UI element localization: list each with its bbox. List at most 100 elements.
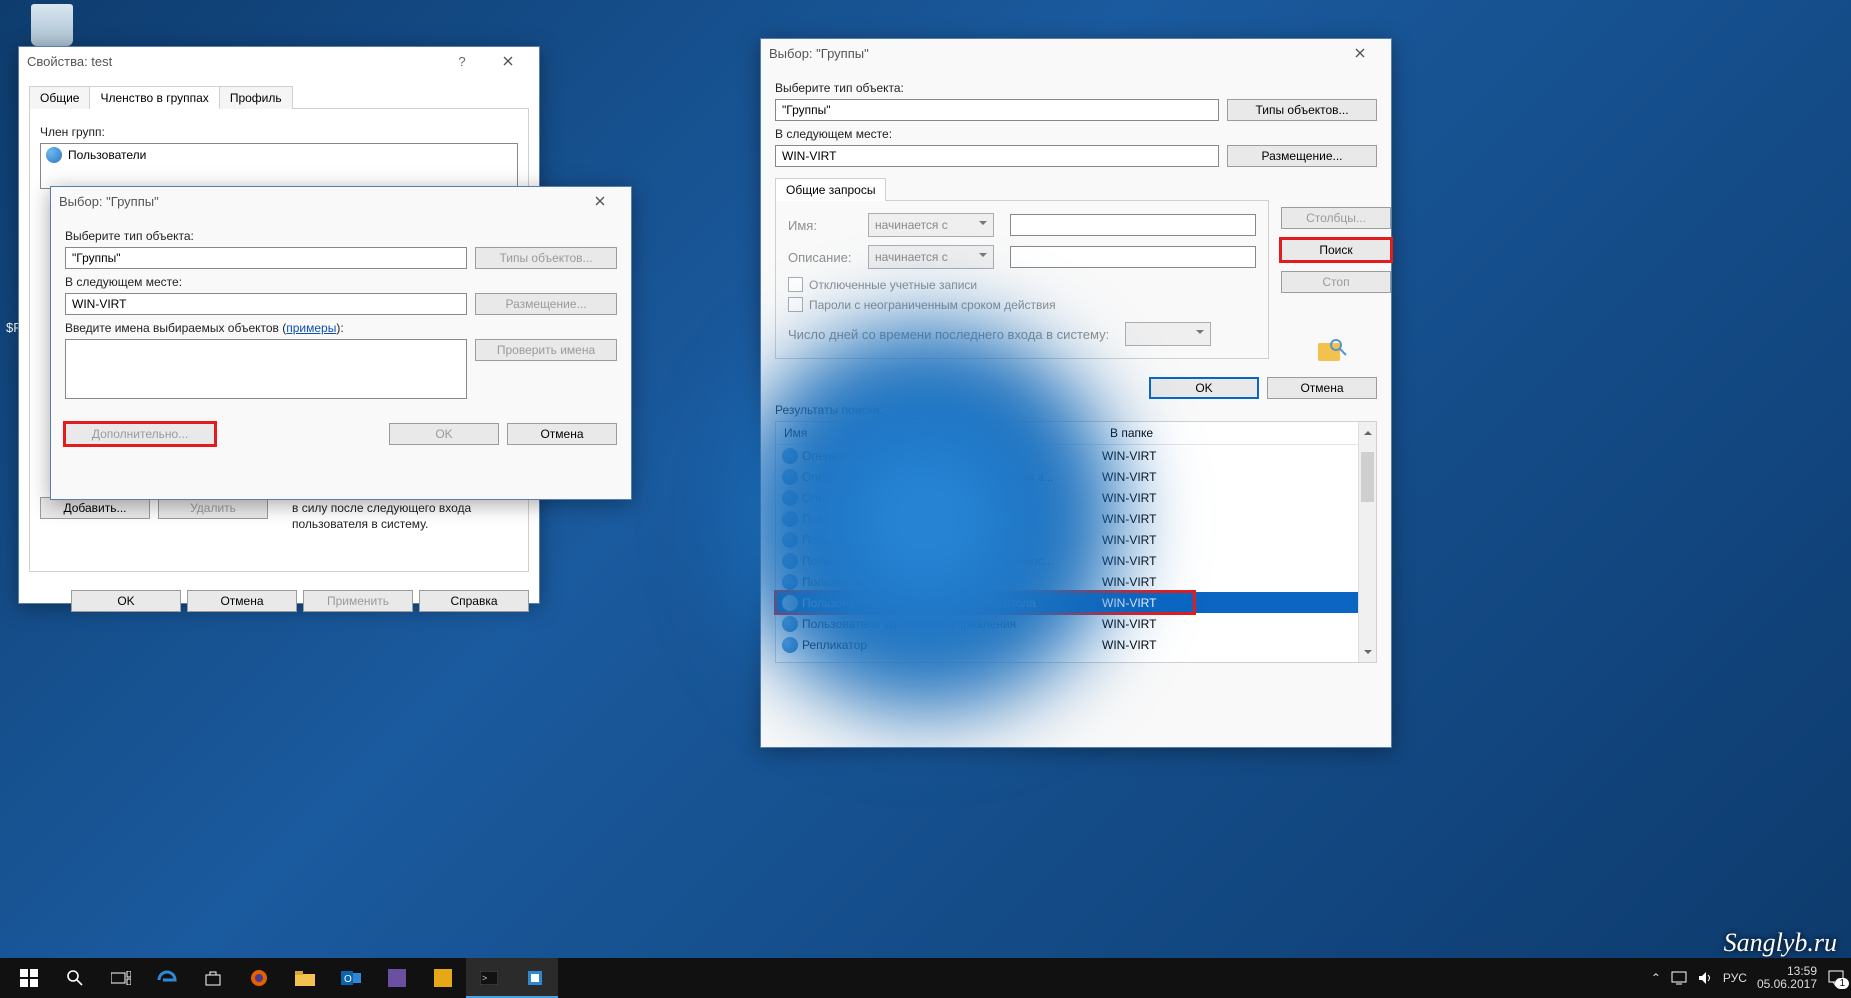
svg-text:>: > (482, 973, 487, 983)
close-button[interactable] (485, 47, 531, 75)
add-button[interactable]: Добавить... (40, 497, 150, 519)
svg-text:O: O (344, 974, 352, 985)
name-label: Имя: (788, 218, 860, 233)
mmc-icon (526, 969, 544, 987)
name-input[interactable] (1010, 214, 1256, 236)
mmc-button[interactable] (512, 958, 558, 998)
table-row[interactable]: ПользователиWIN-VIRT (776, 508, 1376, 529)
col-name[interactable]: Имя (776, 422, 1102, 444)
cancel-button[interactable]: Отмена (1267, 377, 1377, 399)
desc-match-select[interactable]: начинается с (868, 245, 994, 269)
check-names-button[interactable]: Проверить имена (475, 339, 617, 361)
select-groups-dialog-advanced[interactable]: Выбор: "Группы" Выберите тип объекта: Ти… (760, 38, 1392, 748)
name-match-select[interactable]: начинается с (868, 213, 994, 237)
table-row[interactable]: Операторы настройки сетиWIN-VIRT (776, 445, 1376, 466)
tray-monitor-icon[interactable] (1671, 971, 1687, 985)
close-button[interactable] (1337, 39, 1383, 67)
terminal-icon: > (480, 971, 498, 985)
table-row[interactable]: Операторы помощи по контролю учетных з..… (776, 466, 1376, 487)
desc-input[interactable] (1010, 246, 1256, 268)
windows-icon (20, 969, 38, 987)
group-icon (782, 511, 798, 527)
table-row[interactable]: Пользователи удаленного управленияWIN-VI… (776, 613, 1376, 634)
types-button[interactable]: Типы объектов... (1227, 99, 1377, 121)
tray-chevron-icon[interactable]: ⌃ (1651, 971, 1661, 985)
col-folder[interactable]: В папке (1102, 422, 1161, 444)
group-icon (782, 532, 798, 548)
group-icon (782, 574, 798, 590)
scroll-down[interactable] (1359, 645, 1376, 662)
select-groups-dialog-simple[interactable]: Выбор: "Группы" Выберите тип объекта: Ти… (50, 186, 632, 500)
start-button[interactable] (6, 958, 52, 998)
memberof-list[interactable]: Пользователи (40, 143, 518, 189)
outlook-button[interactable]: O (328, 958, 374, 998)
folder-search-icon (1318, 343, 1340, 361)
edge-button[interactable] (144, 958, 190, 998)
ok-button[interactable]: OK (389, 423, 499, 445)
titlebar[interactable]: Выбор: "Группы" (51, 187, 631, 215)
title: Выбор: "Группы" (769, 46, 1337, 61)
tray[interactable]: ⌃ РУС 13:59 05.06.2017 1 (1651, 965, 1845, 991)
names-input[interactable] (65, 339, 467, 399)
app-button[interactable] (374, 958, 420, 998)
tab-common[interactable]: Общие запросы (775, 178, 886, 201)
cancel-button[interactable]: Отмена (187, 590, 297, 612)
table-row[interactable]: Пользователи системного монитораWIN-VIRT (776, 571, 1376, 592)
tray-date[interactable]: 05.06.2017 (1757, 978, 1817, 991)
group-icon (782, 469, 798, 485)
scrollbar[interactable] (1358, 422, 1376, 662)
type-field[interactable] (775, 99, 1219, 121)
location-field[interactable] (65, 293, 467, 315)
location-label: В следующем месте: (775, 127, 1377, 141)
firefox-icon (249, 968, 269, 988)
titlebar[interactable]: Выбор: "Группы" (761, 39, 1391, 67)
scroll-up[interactable] (1359, 422, 1376, 439)
list-item[interactable]: Пользователи (44, 147, 514, 163)
taskbar[interactable]: O > ⌃ РУС 13:59 05.06.2017 1 (0, 958, 1851, 998)
group-icon (46, 147, 62, 163)
table-row[interactable]: Пользователи удаленного рабочего столаWI… (776, 592, 1376, 613)
table-row[interactable]: Пользователи журналов производительнос..… (776, 550, 1376, 571)
store-button[interactable] (190, 958, 236, 998)
tray-volume-icon[interactable] (1697, 971, 1713, 985)
stop-button[interactable]: Стоп (1281, 271, 1391, 293)
close-icon (503, 56, 513, 66)
locations-button[interactable]: Размещение... (1227, 145, 1377, 167)
table-row[interactable]: Опытные пользователиWIN-VIRT (776, 487, 1376, 508)
cmd-button[interactable]: > (466, 958, 512, 998)
results-header[interactable]: Имя В папке (776, 422, 1376, 445)
tray-lang[interactable]: РУС (1723, 971, 1747, 985)
types-button[interactable]: Типы объектов... (475, 247, 617, 269)
titlebar[interactable]: Свойства: test ? (19, 47, 539, 75)
explorer-button[interactable] (282, 958, 328, 998)
taskview-button[interactable] (98, 958, 144, 998)
type-field[interactable] (65, 247, 467, 269)
group-icon (782, 490, 798, 506)
table-row[interactable]: Пользователи DCOMWIN-VIRT (776, 529, 1376, 550)
desktop[interactable]: $F Свойства: test ? Общие Членство в гру… (0, 0, 1851, 998)
cancel-button[interactable]: Отмена (507, 423, 617, 445)
results-list[interactable]: Имя В папке Операторы настройки сетиWIN-… (775, 421, 1377, 663)
tab-membership[interactable]: Членство в группах (89, 86, 219, 109)
tab-general[interactable]: Общие (29, 86, 90, 109)
find-button[interactable]: Поиск (1281, 239, 1391, 261)
close-button[interactable] (577, 187, 623, 215)
tab-profile[interactable]: Профиль (219, 86, 293, 109)
search-button[interactable] (52, 958, 98, 998)
table-row[interactable]: РепликаторWIN-VIRT (776, 634, 1376, 655)
advanced-button[interactable]: Дополнительно... (65, 423, 215, 445)
location-field[interactable] (775, 145, 1219, 167)
help-button[interactable]: Справка (419, 590, 529, 612)
examples-link[interactable]: примеры (286, 321, 336, 335)
scroll-thumb[interactable] (1361, 452, 1374, 502)
help-button[interactable]: ? (439, 47, 485, 75)
disabled-checkbox: Отключенные учетные записи (788, 277, 1256, 292)
ok-button[interactable]: OK (1149, 377, 1259, 399)
firefox-button[interactable] (236, 958, 282, 998)
ok-button[interactable]: OK (71, 590, 181, 612)
taskview-icon (111, 971, 131, 985)
locations-button[interactable]: Размещение... (475, 293, 617, 315)
notifications-button[interactable]: 1 (1827, 969, 1845, 987)
columns-button[interactable]: Столбцы... (1281, 207, 1391, 229)
app-button[interactable] (420, 958, 466, 998)
